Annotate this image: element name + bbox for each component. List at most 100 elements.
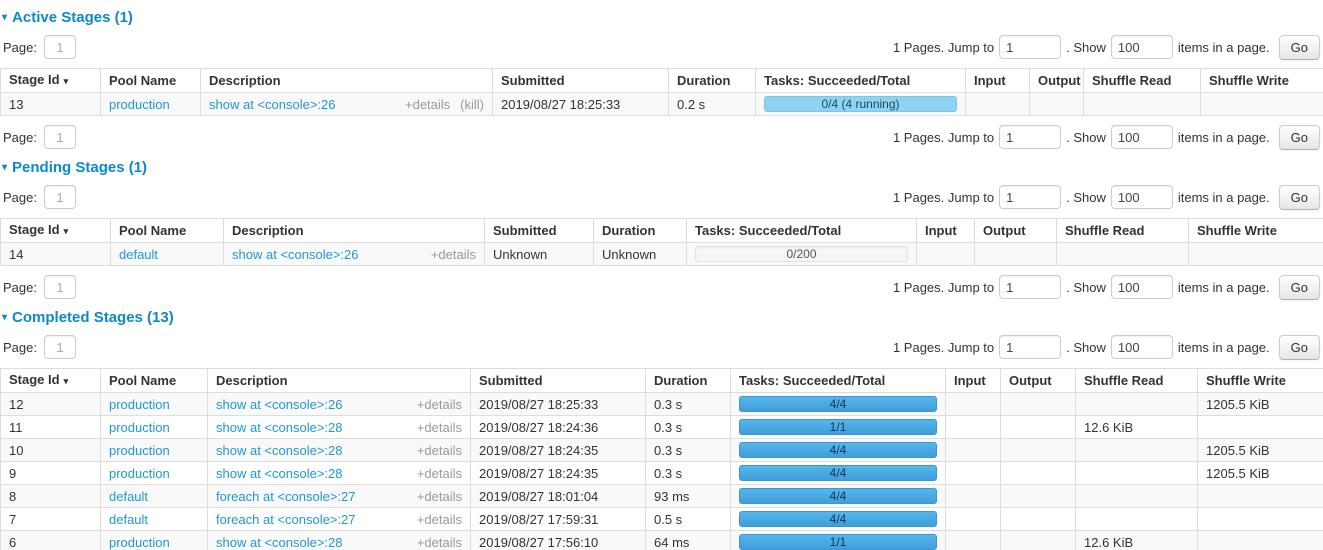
table-header-row: Stage Id▾Pool NameDescriptionSubmittedDu… <box>1 219 1323 243</box>
column-header-pool-name[interactable]: Pool Name <box>101 69 201 93</box>
go-button[interactable]: Go <box>1279 185 1320 210</box>
pool-name-link[interactable]: production <box>109 97 170 112</box>
description-link[interactable]: show at <console>:26 <box>216 397 342 412</box>
column-header-shuffle-read[interactable]: Shuffle Read <box>1057 219 1189 243</box>
column-header-shuffle-write[interactable]: Shuffle Write <box>1189 219 1323 243</box>
column-header-label: Output <box>1038 73 1081 88</box>
pool-name-link[interactable]: production <box>109 443 170 458</box>
items-label: items in a page. <box>1178 190 1270 205</box>
go-button[interactable]: Go <box>1279 335 1320 360</box>
column-header-label: Shuffle Write <box>1197 223 1277 238</box>
details-toggle[interactable]: +details <box>417 397 462 412</box>
column-header-stage-id[interactable]: Stage Id▾ <box>1 369 101 393</box>
jump-to-page-input[interactable] <box>999 125 1061 149</box>
column-header-duration[interactable]: Duration <box>594 219 687 243</box>
column-header-output[interactable]: Output <box>975 219 1057 243</box>
items-per-page-input[interactable] <box>1111 185 1173 209</box>
items-per-page-input[interactable] <box>1111 125 1173 149</box>
stage-id: 9 <box>9 466 16 481</box>
column-header-input[interactable]: Input <box>966 69 1030 93</box>
tasks-progress-label: 1/1 <box>830 420 847 434</box>
details-toggle[interactable]: +details <box>431 247 476 262</box>
column-header-duration[interactable]: Duration <box>646 369 731 393</box>
items-per-page-input[interactable] <box>1111 35 1173 59</box>
details-toggle[interactable]: +details <box>417 512 462 527</box>
go-button[interactable]: Go <box>1279 125 1320 150</box>
jump-to-page-input[interactable] <box>999 275 1061 299</box>
description-link[interactable]: foreach at <console>:27 <box>216 512 356 527</box>
column-header-description[interactable]: Description <box>201 69 493 93</box>
page-number-input[interactable] <box>44 335 76 359</box>
jump-to-page-input[interactable] <box>999 335 1061 359</box>
jump-to-page-input[interactable] <box>999 35 1061 59</box>
output-cell <box>1001 393 1076 416</box>
details-toggle[interactable]: +details <box>417 489 462 504</box>
column-header-duration[interactable]: Duration <box>669 69 756 93</box>
duration-cell: 0.3 s <box>646 393 731 416</box>
jump-to-page-input[interactable] <box>999 185 1061 209</box>
show-label: . Show <box>1066 340 1106 355</box>
column-header-label: Submitted <box>501 73 565 88</box>
pool-name-link[interactable]: default <box>119 247 158 262</box>
column-header-tasks-succeeded-total[interactable]: Tasks: Succeeded/Total <box>731 369 946 393</box>
pages-count-text: 1 Pages. Jump to <box>893 40 994 55</box>
details-toggle[interactable]: +details <box>417 535 462 550</box>
column-header-stage-id[interactable]: Stage Id▾ <box>1 69 101 93</box>
go-button[interactable]: Go <box>1279 275 1320 300</box>
column-header-shuffle-read[interactable]: Shuffle Read <box>1084 69 1201 93</box>
details-toggle[interactable]: +details <box>417 443 462 458</box>
description-cell: show at <console>:28 +details <box>208 531 471 550</box>
description-link[interactable]: show at <console>:28 <box>216 420 342 435</box>
details-toggle[interactable]: +details <box>417 420 462 435</box>
column-header-output[interactable]: Output <box>1001 369 1076 393</box>
pool-name-link[interactable]: production <box>109 397 170 412</box>
shuffle-read-cell <box>1076 485 1198 508</box>
page-number-input[interactable] <box>44 125 76 149</box>
pool-name-link[interactable]: production <box>109 535 170 550</box>
section-header[interactable]: ▾ Active Stages (1) <box>2 9 1323 26</box>
column-header-tasks-succeeded-total[interactable]: Tasks: Succeeded/Total <box>756 69 966 93</box>
page-number-input[interactable] <box>44 275 76 299</box>
description-link[interactable]: show at <console>:28 <box>216 535 342 550</box>
column-header-input[interactable]: Input <box>917 219 975 243</box>
input-cell <box>966 93 1030 116</box>
pool-name-link[interactable]: production <box>109 466 170 481</box>
stage-id: 11 <box>9 420 23 435</box>
column-header-submitted[interactable]: Submitted <box>493 69 669 93</box>
pool-name-link[interactable]: default <box>109 489 148 504</box>
column-header-shuffle-write[interactable]: Shuffle Write <box>1198 369 1323 393</box>
section-header[interactable]: ▾ Pending Stages (1) <box>2 159 1323 176</box>
column-header-description[interactable]: Description <box>224 219 485 243</box>
go-button[interactable]: Go <box>1279 35 1320 60</box>
pool-name-link[interactable]: production <box>109 420 170 435</box>
description-link[interactable]: show at <console>:28 <box>216 443 342 458</box>
column-header-output[interactable]: Output <box>1030 69 1084 93</box>
column-header-submitted[interactable]: Submitted <box>485 219 594 243</box>
description-link[interactable]: show at <console>:28 <box>216 466 342 481</box>
page-number-input[interactable] <box>44 185 76 209</box>
page-number-input[interactable] <box>44 35 76 59</box>
details-toggle[interactable]: +details <box>417 466 462 481</box>
column-header-shuffle-write[interactable]: Shuffle Write <box>1201 69 1323 93</box>
description-link[interactable]: show at <console>:26 <box>232 247 358 262</box>
items-per-page-input[interactable] <box>1111 335 1173 359</box>
column-header-input[interactable]: Input <box>946 369 1001 393</box>
pool-name-link[interactable]: default <box>109 512 148 527</box>
description-link[interactable]: show at <console>:26 <box>209 97 335 112</box>
column-header-stage-id[interactable]: Stage Id▾ <box>1 219 111 243</box>
section-header[interactable]: ▾ Completed Stages (13) <box>2 309 1323 326</box>
details-toggle[interactable]: +details <box>405 97 450 112</box>
column-header-pool-name[interactable]: Pool Name <box>101 369 208 393</box>
column-header-label: Stage Id <box>9 372 60 387</box>
column-header-shuffle-read[interactable]: Shuffle Read <box>1076 369 1198 393</box>
column-header-pool-name[interactable]: Pool Name <box>111 219 224 243</box>
column-header-description[interactable]: Description <box>208 369 471 393</box>
column-header-tasks-succeeded-total[interactable]: Tasks: Succeeded/Total <box>687 219 917 243</box>
kill-link[interactable]: (kill) <box>460 97 484 112</box>
column-header-submitted[interactable]: Submitted <box>471 369 646 393</box>
stages-table: Stage Id▾Pool NameDescriptionSubmittedDu… <box>0 368 1323 550</box>
description-link[interactable]: foreach at <console>:27 <box>216 489 356 504</box>
input-cell <box>917 243 975 266</box>
tasks-progress-label: 4/4 <box>830 397 847 411</box>
items-per-page-input[interactable] <box>1111 275 1173 299</box>
